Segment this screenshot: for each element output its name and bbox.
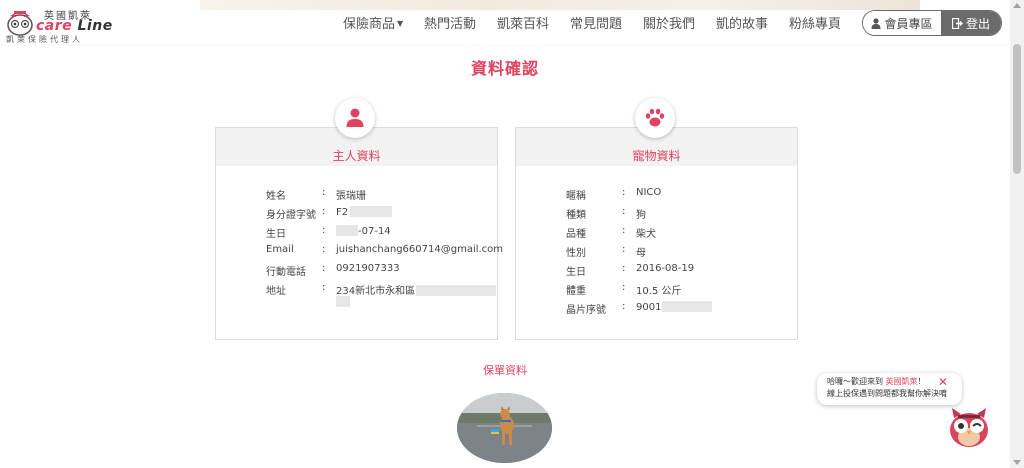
redacted-block	[416, 285, 497, 296]
hero-image-strip	[200, 0, 920, 10]
brand-logo[interactable]: 英國凱萊 care Line 凱萊保險代理人	[6, 7, 116, 44]
owner-field-mobile: 行動電話: 0921907333	[266, 263, 400, 278]
brand-name-english: care Line	[36, 18, 113, 34]
owner-field-birthday: 生日: -07-14	[266, 225, 391, 240]
chat-owl-mascot-icon[interactable]	[946, 404, 992, 450]
pet-badge	[635, 98, 675, 138]
sign-out-icon	[951, 17, 963, 29]
owner-field-address: 地址: 234新北市永和區	[266, 282, 497, 307]
top-navigation-bar: 英國凱萊 care Line 凱萊保險代理人 保險商品 ▼ 熱門活動 凱萊百科 常…	[0, 0, 1010, 44]
owner-card-title: 主人資料	[332, 149, 381, 163]
redacted-block	[662, 301, 713, 312]
owl-mascot-icon	[7, 11, 33, 36]
owner-field-id: 身分證字號: F2	[266, 206, 491, 225]
nav-faq[interactable]: 常見問題	[570, 13, 622, 32]
scroll-down-arrow-icon[interactable]	[1013, 460, 1021, 465]
owner-field-email: Email: juishanchang660714@gmail.com	[266, 244, 504, 255]
redacted-block	[350, 206, 393, 217]
paw-icon	[645, 108, 665, 127]
caret-down-icon: ▼	[397, 19, 404, 28]
scrollbar-thumb[interactable]	[1013, 44, 1021, 174]
pet-info-card: 寵物資料 暱稱: NICO 種類: 狗 品種: 柴犬 性別: 母 生日: 201…	[515, 127, 798, 340]
brand-subtitle: 凱萊保險代理人	[6, 35, 83, 44]
nav-encyclopedia[interactable]: 凱萊百科	[497, 13, 549, 32]
page-scrollbar[interactable]	[1010, 0, 1024, 468]
page-title: 資料確認	[470, 59, 539, 78]
pet-field-chip: 晶片序號: 9001	[566, 301, 791, 320]
redacted-block	[336, 225, 358, 236]
nav-hot-events[interactable]: 熱門活動	[424, 13, 476, 32]
pet-card-title: 寵物資料	[632, 149, 681, 163]
redacted-block	[336, 296, 350, 307]
logout-label: 登出	[965, 16, 990, 31]
chat-line-2: 線上投保遇到問題都我幫你解決唷	[827, 389, 947, 398]
nav-about-us[interactable]: 關於我們	[643, 13, 695, 32]
owner-field-name: 姓名: 張瑞珊	[266, 187, 366, 202]
person-icon	[346, 108, 364, 127]
owner-badge	[335, 98, 375, 138]
logout-button[interactable]: 登出	[941, 11, 1001, 35]
chat-close-icon[interactable]: ✕	[938, 375, 948, 389]
pet-field-weight: 體重: 10.5 公斤	[566, 282, 682, 297]
pet-field-birthday: 生日: 2016-08-19	[566, 263, 695, 278]
pet-fields: 暱稱: NICO 種類: 狗 品種: 柴犬 性別: 母 生日: 2016-08-…	[566, 187, 791, 320]
pet-field-breed: 品種: 柴犬	[566, 225, 656, 240]
nav-insurance-products[interactable]: 保險商品 ▼	[343, 13, 403, 32]
pet-field-nickname: 暱稱: NICO	[566, 187, 662, 202]
user-icon	[871, 17, 881, 29]
pet-field-sex: 性別: 母	[566, 244, 646, 259]
owner-info-card: 主人資料 姓名: 張瑞珊 身分證字號: F2 生日: -07-14 Email:…	[215, 127, 504, 340]
account-button-group: 會員專區 登出	[862, 10, 1002, 36]
nav-story[interactable]: 凱的故事	[716, 13, 768, 32]
scroll-up-arrow-icon[interactable]	[1013, 3, 1021, 8]
nav-fan-page[interactable]: 粉絲專頁	[789, 13, 841, 32]
pet-field-species: 種類: 狗	[566, 206, 646, 221]
pet-photo	[457, 393, 552, 463]
owner-fields: 姓名: 張瑞珊 身分證字號: F2 生日: -07-14 Email: juis…	[266, 187, 504, 307]
member-area-label: 會員專區	[884, 16, 933, 31]
member-area-button[interactable]: 會員專區	[863, 11, 941, 35]
